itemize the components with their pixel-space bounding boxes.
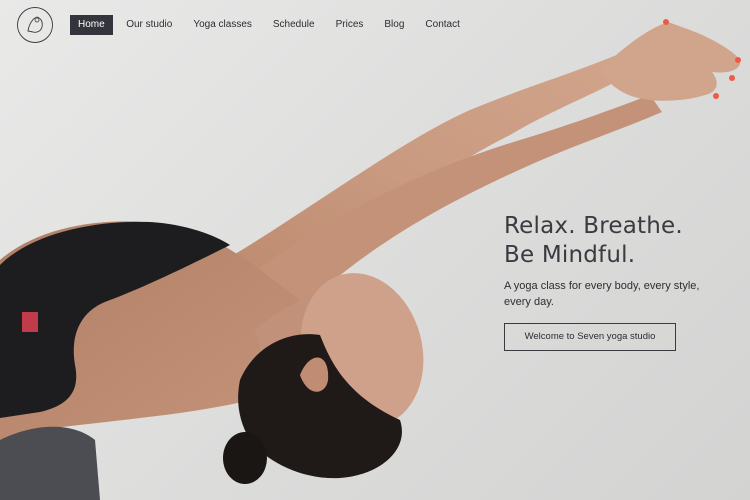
studio-logo[interactable] bbox=[16, 6, 54, 44]
hero-title: Relax. Breathe. Be Mindful. bbox=[504, 212, 729, 270]
hero-copy: Relax. Breathe. Be Mindful. A yoga class… bbox=[504, 212, 729, 351]
nav-blog[interactable]: Blog bbox=[374, 15, 415, 35]
hero-subtitle: A yoga class for every body, every style… bbox=[504, 280, 700, 308]
hero-title-line2: Be Mindful. bbox=[504, 242, 636, 268]
nav-our-studio[interactable]: Our studio bbox=[116, 15, 183, 35]
hero-title-line1: Relax. Breathe. bbox=[504, 213, 683, 239]
welcome-cta-button[interactable]: Welcome to Seven yoga studio bbox=[504, 323, 676, 351]
nav-yoga-classes[interactable]: Yoga classes bbox=[183, 15, 263, 35]
yoga-figure-icon bbox=[17, 7, 53, 43]
nav-schedule[interactable]: Schedule bbox=[262, 15, 325, 35]
top-logo-patch bbox=[22, 312, 38, 332]
main-nav: Home Our studio Yoga classes Schedule Pr… bbox=[70, 15, 470, 35]
nav-prices[interactable]: Prices bbox=[325, 15, 374, 35]
nav-contact[interactable]: Contact bbox=[415, 15, 470, 35]
leggings bbox=[0, 426, 100, 500]
nav-home[interactable]: Home bbox=[70, 15, 113, 35]
hands bbox=[600, 22, 741, 101]
hair-bun bbox=[223, 432, 267, 484]
